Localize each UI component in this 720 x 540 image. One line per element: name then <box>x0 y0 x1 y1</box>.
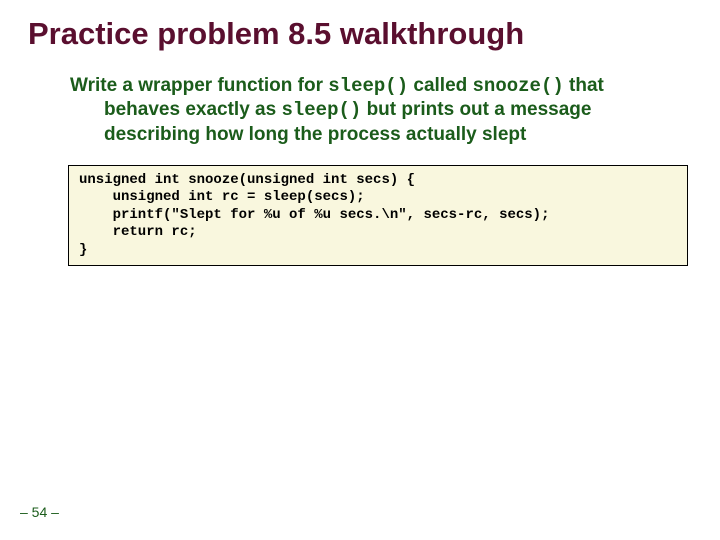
problem-statement: Write a wrapper function for sleep() cal… <box>28 74 692 147</box>
code-inline-sleep2: sleep() <box>281 99 361 121</box>
code-block: unsigned int snooze(unsigned int secs) {… <box>68 165 688 267</box>
problem-statement-line: Write a wrapper function for sleep() cal… <box>32 74 684 147</box>
code-inline-snooze: snooze() <box>473 75 564 97</box>
text-segment: called <box>408 75 472 96</box>
text-segment: Write a wrapper function for <box>70 75 328 96</box>
slide: Practice problem 8.5 walkthrough Write a… <box>0 0 720 540</box>
slide-title: Practice problem 8.5 walkthrough <box>28 16 692 52</box>
page-number: – 54 – <box>20 504 59 520</box>
code-inline-sleep1: sleep() <box>328 75 408 97</box>
code-content: unsigned int snooze(unsigned int secs) {… <box>79 172 677 260</box>
